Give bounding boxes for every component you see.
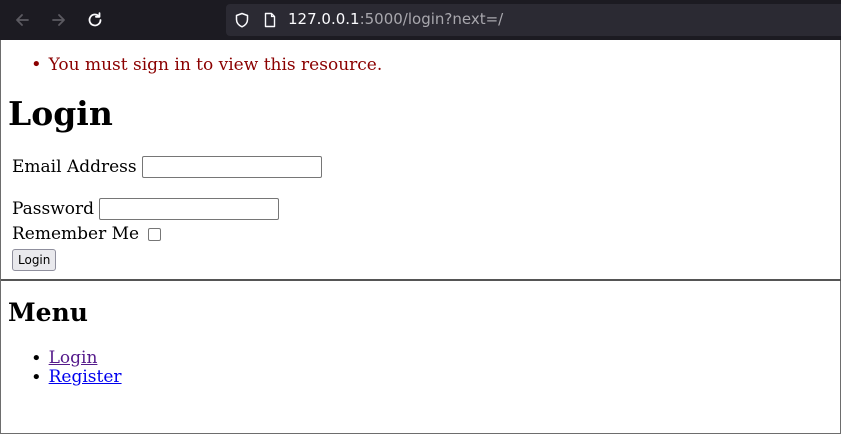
shield-icon[interactable]: [234, 12, 250, 28]
back-button[interactable]: [4, 0, 40, 40]
page-title: Login: [8, 94, 113, 133]
back-arrow-icon: [16, 14, 29, 26]
menu-link-register[interactable]: Register: [49, 368, 122, 387]
email-field[interactable]: [141, 156, 322, 178]
address-bar[interactable]: 127.0.0.1:5000/login?next=/: [226, 4, 841, 36]
remember-row: Remember Me: [12, 224, 162, 244]
login-button[interactable]: Login: [12, 249, 57, 271]
list-item: Login: [31, 349, 122, 368]
flash-messages: You must sign in to view this resource.: [31, 54, 383, 75]
page-viewport: You must sign in to view this resource. …: [0, 40, 841, 434]
page-icon[interactable]: [262, 12, 278, 28]
password-label: Password: [12, 199, 95, 219]
remember-checkbox[interactable]: [148, 227, 162, 241]
url-path: :5000/login?next=/: [359, 10, 504, 28]
menu-link-login[interactable]: Login: [49, 349, 98, 368]
menu-list: Login Register: [31, 349, 122, 387]
forward-arrow-icon: [52, 14, 65, 26]
menu-title: Menu: [8, 298, 88, 327]
email-row: Email Address: [12, 156, 322, 178]
remember-label: Remember Me: [12, 224, 140, 244]
forward-button[interactable]: [41, 0, 77, 40]
url-host: 127.0.0.1: [288, 10, 360, 28]
flash-message: You must sign in to view this resource.: [31, 54, 383, 75]
email-label: Email Address: [12, 157, 137, 177]
reload-icon: [88, 12, 102, 27]
password-row: Password: [12, 198, 280, 220]
password-field[interactable]: [99, 198, 280, 220]
url-text[interactable]: 127.0.0.1:5000/login?next=/: [288, 10, 503, 28]
reload-button[interactable]: [77, 0, 113, 40]
divider: [1, 279, 841, 281]
browser-toolbar: 127.0.0.1:5000/login?next=/: [0, 0, 841, 40]
list-item: Register: [31, 368, 122, 387]
